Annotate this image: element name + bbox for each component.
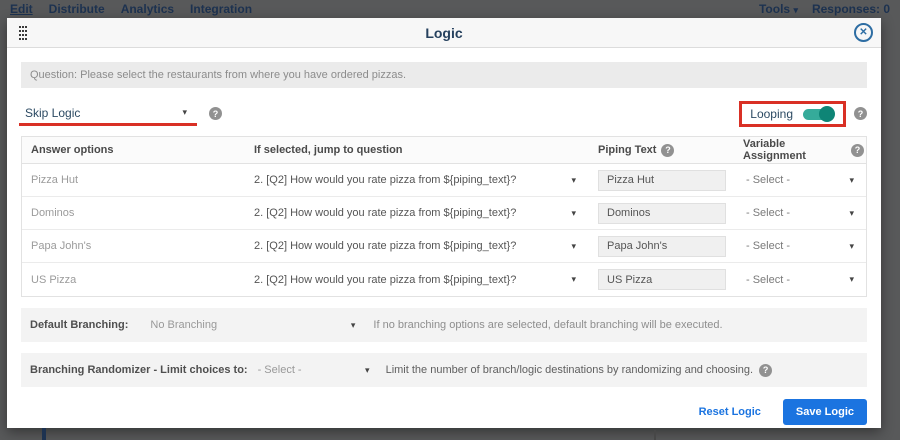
header-piping-text: Piping Text ? — [594, 144, 734, 157]
table-row: Papa John's 2. [Q2] How would you rate p… — [22, 230, 866, 263]
chevron-down-icon: ▾ — [571, 275, 576, 284]
logic-type-row: Skip Logic ▾ ? Looping ? — [21, 100, 867, 127]
tools-label: Tools — [759, 2, 790, 16]
chevron-down-icon: ▾ — [849, 209, 854, 218]
piping-cell: Papa John's — [594, 236, 734, 257]
chevron-down-icon: ▾ — [849, 242, 854, 251]
help-icon[interactable]: ? — [854, 107, 867, 120]
randomizer-label: Branching Randomizer - Limit choices to: — [30, 364, 248, 376]
chevron-down-icon: ▾ — [849, 176, 854, 185]
answer-option-label: Dominos — [22, 207, 254, 219]
dialog-body: Question: Please select the restaurants … — [7, 48, 881, 425]
randomizer-select[interactable]: - Select - ▾ — [258, 364, 370, 376]
piping-text-input[interactable]: Papa John's — [598, 236, 726, 257]
randomizer-value: - Select - — [258, 364, 302, 376]
answer-option-label: US Pizza — [22, 274, 254, 286]
header-variable-assignment: Variable Assignment ? — [734, 138, 864, 162]
looping-toggle[interactable] — [803, 107, 835, 121]
jump-question-select[interactable]: 2. [Q2] How would you rate pizza from ${… — [254, 207, 594, 219]
chevron-down-icon: ▾ — [571, 209, 576, 218]
looping-group: Looping ? — [739, 101, 867, 127]
help-icon[interactable]: ? — [661, 144, 674, 157]
piping-cell: US Pizza — [594, 269, 734, 290]
chevron-down-icon: ▾ — [365, 366, 370, 375]
help-icon[interactable]: ? — [209, 107, 222, 120]
branching-randomizer-bar: Branching Randomizer - Limit choices to:… — [21, 353, 867, 387]
chevron-down-icon: ▾ — [182, 108, 187, 117]
jump-question-value: 2. [Q2] How would you rate pizza from ${… — [254, 274, 516, 286]
nav-item-edit[interactable]: Edit — [10, 2, 33, 16]
variable-assignment-value: - Select - — [746, 240, 790, 252]
default-branching-select[interactable]: No Branching ▾ — [150, 319, 355, 331]
piping-text-input[interactable]: Dominos — [598, 203, 726, 224]
default-branching-value: No Branching — [150, 319, 217, 331]
chevron-down-icon: ▾ — [571, 176, 576, 185]
tools-menu[interactable]: Tools ▾ — [759, 2, 798, 16]
backdrop-artifact — [654, 430, 656, 440]
header-piping-label: Piping Text — [598, 144, 656, 156]
logic-table: Answer options If selected, jump to ques… — [21, 136, 867, 297]
help-icon[interactable]: ? — [851, 144, 864, 157]
nav-item-integration[interactable]: Integration — [190, 2, 252, 16]
chevron-down-icon: ▾ — [571, 242, 576, 251]
jump-question-value: 2. [Q2] How would you rate pizza from ${… — [254, 240, 516, 252]
help-icon[interactable]: ? — [759, 364, 772, 377]
dialog-title: Logic — [7, 25, 881, 41]
header-answer-options: Answer options — [22, 144, 254, 156]
piping-cell: Pizza Hut — [594, 170, 734, 191]
close-icon[interactable]: ✕ — [854, 23, 873, 42]
top-navbar: Edit Distribute Analytics Integration To… — [0, 0, 900, 17]
header-variable-label: Variable Assignment — [743, 138, 846, 162]
chevron-down-icon: ▾ — [849, 275, 854, 284]
drag-handle-icon[interactable] — [19, 26, 27, 40]
jump-question-select[interactable]: 2. [Q2] How would you rate pizza from ${… — [254, 274, 594, 286]
logic-table-rows: Pizza Hut 2. [Q2] How would you rate piz… — [22, 164, 866, 296]
default-branching-bar: Default Branching: No Branching ▾ If no … — [21, 308, 867, 342]
piping-text-input[interactable]: Pizza Hut — [598, 170, 726, 191]
jump-question-value: 2. [Q2] How would you rate pizza from ${… — [254, 174, 516, 186]
answer-option-label: Papa John's — [22, 240, 254, 252]
variable-assignment-select[interactable]: - Select - ▾ — [734, 240, 864, 252]
chevron-down-icon: ▾ — [351, 321, 356, 330]
backdrop-artifact — [42, 428, 46, 440]
variable-assignment-value: - Select - — [746, 174, 790, 186]
variable-assignment-value: - Select - — [746, 207, 790, 219]
piping-text-input[interactable]: US Pizza — [598, 269, 726, 290]
question-bar: Question: Please select the restaurants … — [21, 62, 867, 88]
jump-question-value: 2. [Q2] How would you rate pizza from ${… — [254, 207, 516, 219]
table-row: Pizza Hut 2. [Q2] How would you rate piz… — [22, 164, 866, 197]
variable-assignment-select[interactable]: - Select - ▾ — [734, 274, 864, 286]
red-annotation-underline — [19, 123, 197, 126]
variable-assignment-value: - Select - — [746, 274, 790, 286]
logic-type-select[interactable]: Skip Logic ▾ — [21, 104, 191, 124]
default-branching-description: If no branching options are selected, de… — [373, 319, 722, 331]
table-row: Dominos 2. [Q2] How would you rate pizza… — [22, 197, 866, 230]
question-text: Question: Please select the restaurants … — [30, 69, 406, 81]
logic-dialog: Logic ✕ Question: Please select the rest… — [7, 18, 881, 428]
default-branching-label: Default Branching: — [30, 319, 128, 331]
chevron-down-icon: ▾ — [793, 5, 798, 15]
looping-label: Looping — [750, 107, 793, 121]
responses-count[interactable]: Responses: 0 — [812, 2, 890, 16]
table-row: US Pizza 2. [Q2] How would you rate pizz… — [22, 263, 866, 296]
variable-assignment-select[interactable]: - Select - ▾ — [734, 174, 864, 186]
logic-type-value: Skip Logic — [25, 106, 80, 120]
piping-cell: Dominos — [594, 203, 734, 224]
nav-item-distribute[interactable]: Distribute — [49, 2, 105, 16]
table-header-row: Answer options If selected, jump to ques… — [22, 137, 866, 164]
header-jump-label: If selected, jump to question — [254, 144, 403, 156]
red-annotation-box: Looping — [739, 101, 846, 127]
jump-question-select[interactable]: 2. [Q2] How would you rate pizza from ${… — [254, 240, 594, 252]
header-jump-question: If selected, jump to question — [254, 144, 594, 156]
answer-option-label: Pizza Hut — [22, 174, 254, 186]
nav-item-analytics[interactable]: Analytics — [121, 2, 174, 16]
dialog-footer: Reset Logic Save Logic — [21, 399, 867, 425]
reset-logic-button[interactable]: Reset Logic — [699, 406, 761, 418]
toggle-knob — [819, 106, 835, 122]
dialog-header: Logic ✕ — [7, 18, 881, 48]
jump-question-select[interactable]: 2. [Q2] How would you rate pizza from ${… — [254, 174, 594, 186]
variable-assignment-select[interactable]: - Select - ▾ — [734, 207, 864, 219]
randomizer-description: Limit the number of branch/logic destina… — [386, 364, 754, 376]
save-logic-button[interactable]: Save Logic — [783, 399, 867, 425]
